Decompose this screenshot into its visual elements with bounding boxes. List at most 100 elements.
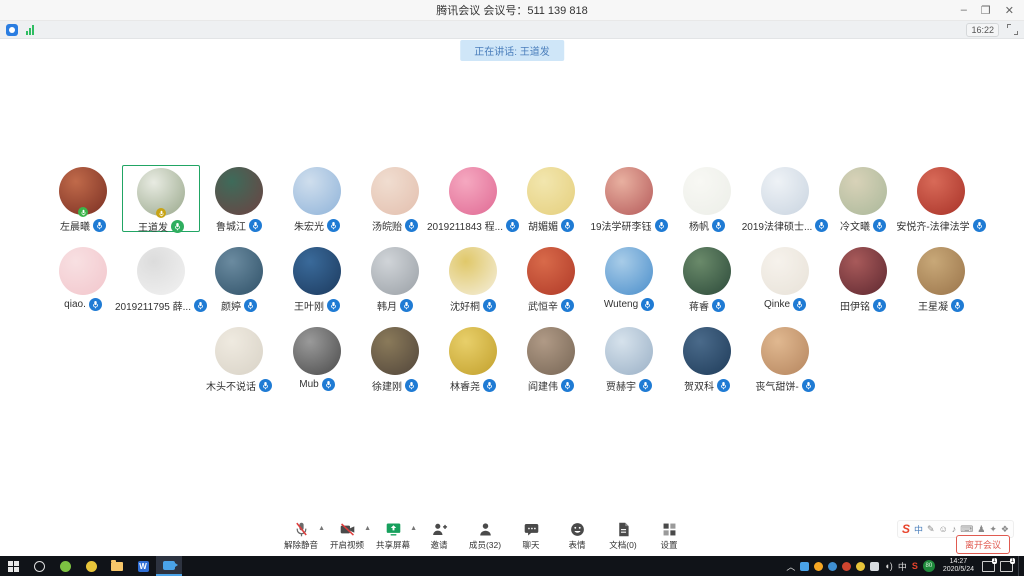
participant-tile[interactable]: 贾赫宇: [590, 325, 668, 392]
participant-tile[interactable]: 田伊铭: [824, 245, 902, 312]
participant-tile[interactable]: 杨帆: [668, 165, 746, 232]
ime-tool-icon[interactable]: ♟: [977, 524, 985, 535]
action-center-icon[interactable]: 1: [1000, 561, 1013, 572]
menu-arrow-icon[interactable]: ▲: [364, 525, 371, 532]
participant-tile[interactable]: 徐建刚: [356, 325, 434, 392]
ime-mode-indicator[interactable]: 中: [898, 560, 907, 573]
participant-tile[interactable]: 颜婷: [200, 245, 278, 312]
ime-status-icon[interactable]: 1: [982, 561, 995, 572]
participant-tile[interactable]: 林睿尧: [434, 325, 512, 392]
toolbar-item-label: 表情: [568, 539, 585, 551]
show-desktop-button[interactable]: [1018, 556, 1022, 576]
camera-off-button[interactable]: 开启视频▲: [326, 521, 368, 551]
participant-name: 鲁城江: [216, 218, 246, 233]
participant-tile[interactable]: Qinke: [746, 245, 824, 312]
participant-tile[interactable]: 王星凝: [902, 245, 980, 312]
menu-arrow-icon[interactable]: ▲: [410, 525, 417, 532]
mic-status-icon: [405, 219, 418, 232]
system-clock[interactable]: 14:27 2020/5/24: [940, 558, 977, 574]
chat-tray-icon[interactable]: [800, 562, 809, 571]
minimize-button[interactable]: –: [961, 4, 967, 16]
avatar: [839, 167, 887, 215]
red-app-tray-icon[interactable]: [842, 562, 851, 571]
participant-tile[interactable]: 王道发: [122, 165, 200, 232]
avatar: [605, 327, 653, 375]
members-button[interactable]: 成员(32): [464, 521, 506, 551]
avatar: [605, 167, 653, 215]
participant-name: 2019法律硕士...: [742, 218, 813, 233]
invite-button[interactable]: 邀请: [418, 521, 460, 551]
toolbar-item-label: 邀请: [430, 539, 447, 551]
docs-button[interactable]: 文档(0): [602, 521, 644, 551]
globe-tray-icon[interactable]: [828, 562, 837, 571]
participant-tile[interactable]: 丧气甜饼-: [746, 325, 824, 392]
battery-tray-icon[interactable]: 80: [923, 560, 935, 572]
avatar: [59, 247, 107, 295]
participant-name: 田伊铭: [840, 298, 870, 313]
shield-tray-icon[interactable]: [856, 562, 865, 571]
close-button[interactable]: ✕: [1005, 4, 1014, 17]
maximize-button[interactable]: ❐: [981, 4, 991, 17]
participant-tile[interactable]: 19法学研李钰: [590, 165, 668, 232]
participant-tile[interactable]: Wuteng: [590, 245, 668, 312]
participant-tile[interactable]: 胡媚媚: [512, 165, 590, 232]
participant-tile[interactable]: 木头不说话: [200, 325, 278, 392]
toolbar-item-label: 聊天: [522, 539, 539, 551]
avatar: [215, 247, 263, 295]
ime-tool-icon[interactable]: ♪: [952, 524, 957, 534]
ime-tool-icon[interactable]: 中: [914, 523, 923, 536]
sogou-tray-icon[interactable]: S: [912, 561, 918, 571]
sogou-logo-icon[interactable]: S: [902, 522, 910, 536]
participant-tile[interactable]: 贺双科: [668, 325, 746, 392]
orange-app-tray-icon[interactable]: [814, 562, 823, 571]
mic-status-icon: [712, 219, 725, 232]
ime-tool-icon[interactable]: ❖: [1001, 524, 1009, 535]
participant-tile[interactable]: 冷文曦: [824, 165, 902, 232]
start-button[interactable]: [0, 556, 26, 576]
participant-tile[interactable]: 2019211795 薛...: [122, 245, 200, 312]
tencent-meeting-taskbar-icon[interactable]: [156, 556, 182, 576]
participant-name: qiao.: [64, 299, 86, 310]
display-tray-icon[interactable]: [870, 562, 879, 571]
leave-meeting-button[interactable]: 离开会议: [956, 535, 1010, 554]
share-screen-icon: [385, 521, 402, 538]
file-explorer-icon[interactable]: [104, 556, 130, 576]
participant-tile[interactable]: 朱宏光: [278, 165, 356, 232]
participant-tile[interactable]: 王叶刚: [278, 245, 356, 312]
participant-tile[interactable]: 蒋睿: [668, 245, 746, 312]
meeting-toolbar: 解除静音▲开启视频▲共享屏幕▲邀请成员(32)聊天表情文档(0)设置: [0, 518, 1024, 556]
app-globe-icon[interactable]: [78, 556, 104, 576]
menu-arrow-icon[interactable]: ▲: [318, 525, 325, 532]
emoji-button[interactable]: 表情: [556, 521, 598, 551]
participant-tile[interactable]: 安悦齐-法律法学: [902, 165, 980, 232]
share-screen-button[interactable]: 共享屏幕▲: [372, 521, 414, 551]
participant-tile[interactable]: 2019211843 程...: [434, 165, 512, 232]
participant-tile[interactable]: 左晨曦: [44, 165, 122, 232]
participant-tile[interactable]: 韩月: [356, 245, 434, 312]
camera-off-icon: [339, 521, 356, 538]
participant-tile[interactable]: Mub: [278, 325, 356, 392]
ime-tool-icon[interactable]: ⌨: [960, 524, 973, 535]
ime-tool-icon[interactable]: ✎: [927, 524, 935, 535]
ime-tool-icon[interactable]: ☺: [939, 524, 948, 534]
volume-icon[interactable]: ◖): [884, 561, 892, 571]
settings-button[interactable]: 设置: [648, 521, 690, 551]
toolbar-item-label: 成员(32): [469, 539, 501, 551]
participant-tile[interactable]: 鲁城江: [200, 165, 278, 232]
participant-tile[interactable]: 汤皖贻: [356, 165, 434, 232]
fullscreen-icon[interactable]: [1007, 24, 1018, 35]
participant-tile[interactable]: 2019法律硕士...: [746, 165, 824, 232]
toolbar-item-label: 共享屏幕: [376, 539, 410, 551]
wps-icon[interactable]: W: [130, 556, 156, 576]
app-browser-green-icon[interactable]: [52, 556, 78, 576]
speaking-banner: 正在讲话: 王道发: [460, 40, 564, 61]
hidden-icons-chevron[interactable]: ︿: [786, 560, 795, 573]
chat-button[interactable]: 聊天: [510, 521, 552, 551]
ime-tool-icon[interactable]: ✦: [989, 524, 997, 535]
participant-tile[interactable]: 沈好桐: [434, 245, 512, 312]
mic-muted-button[interactable]: 解除静音▲: [280, 521, 322, 551]
participant-tile[interactable]: 武恒辛: [512, 245, 590, 312]
participant-tile[interactable]: 阎建伟: [512, 325, 590, 392]
search-button[interactable]: [26, 556, 52, 576]
participant-tile[interactable]: qiao.: [44, 245, 122, 312]
